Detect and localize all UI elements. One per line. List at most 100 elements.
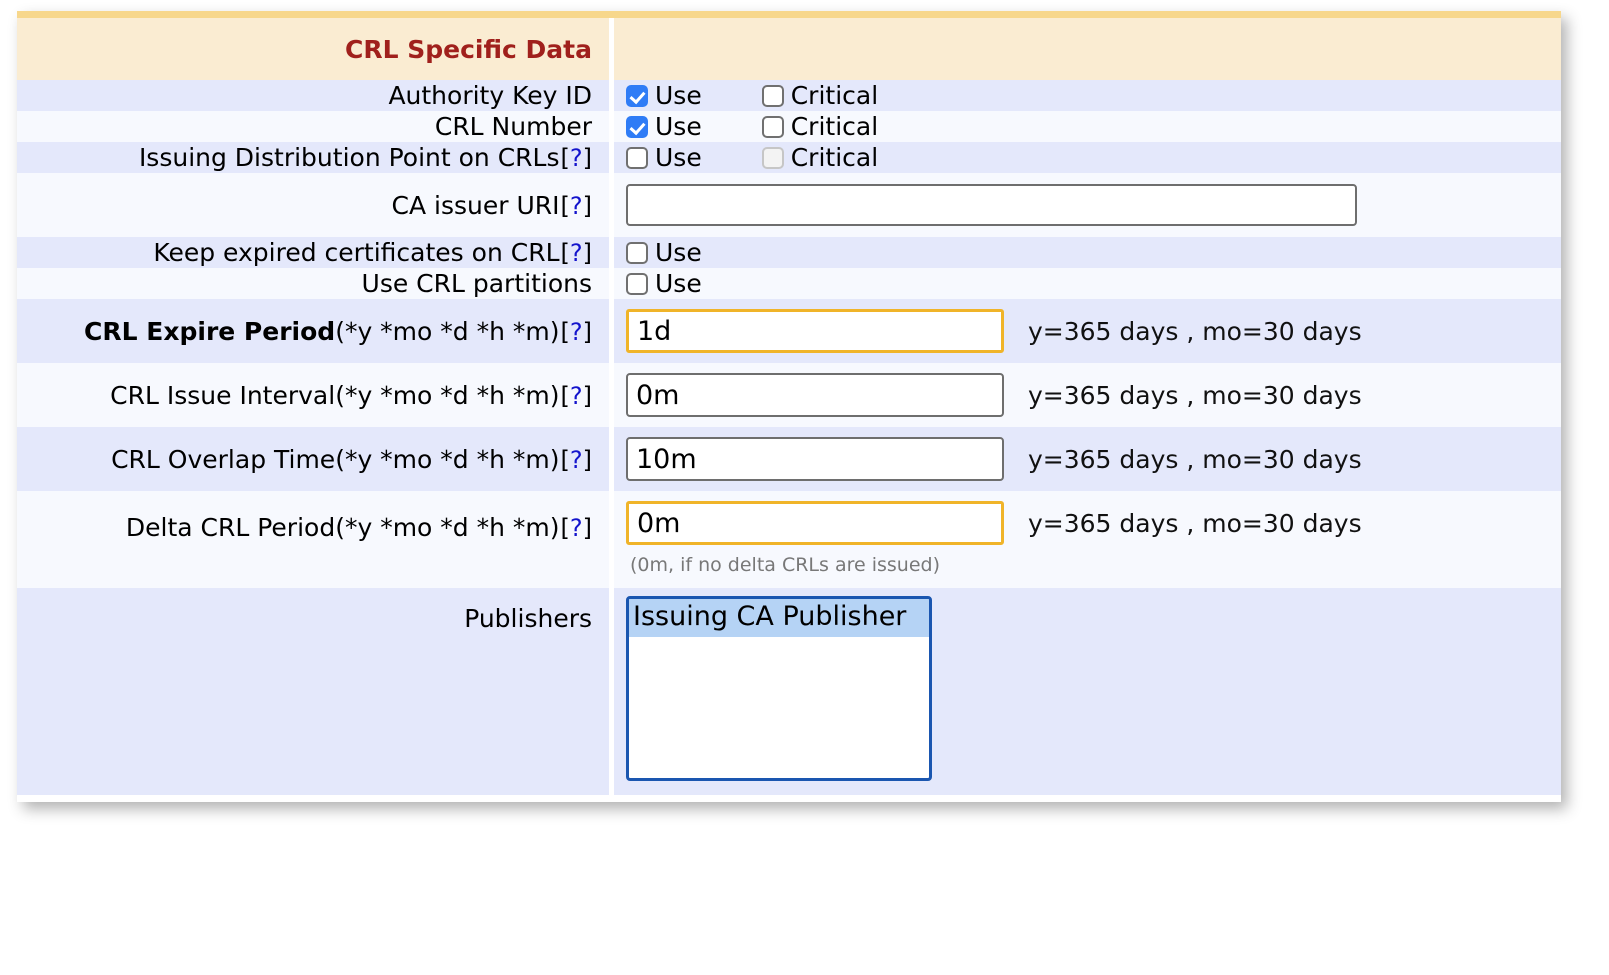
crl-expire-period-hint: y=365 days , mo=30 days [1028, 317, 1362, 346]
crl-overlap-time-hint: y=365 days , mo=30 days [1028, 445, 1362, 474]
bracket-close: ] [583, 514, 592, 542]
bracket-close: ] [583, 144, 592, 172]
help-link-crl-overlap-time[interactable]: [?] [561, 446, 593, 474]
checkbox-label: Critical [791, 114, 878, 139]
control-publishers: Issuing CA Publisher [614, 588, 1561, 795]
help-link-ca-issuer-uri[interactable]: [?] [561, 192, 593, 220]
control-delta-crl-period: y=365 days , mo=30 days (0m, if no delta… [614, 491, 1561, 588]
label-text: CA issuer URI [392, 191, 560, 220]
control-crl-issue-interval: y=365 days , mo=30 days [614, 363, 1561, 427]
bracket-close: ] [583, 446, 592, 474]
label-text: Issuing Distribution Point on CRLs [139, 143, 560, 172]
checkbox-icon [762, 147, 784, 169]
table-row: Authority Key ID Use Critical [17, 80, 1561, 111]
question-mark-icon: ? [570, 192, 583, 220]
checkbox-label: Use [655, 145, 702, 170]
checkbox-crl-number-critical[interactable]: Critical [762, 114, 878, 139]
checkbox-crl-number-use[interactable]: Use [626, 114, 702, 139]
checkbox-label: Critical [791, 83, 878, 108]
question-mark-icon: ? [570, 446, 583, 474]
label-crl-number: CRL Number [17, 111, 609, 142]
control-crl-number: Use Critical [614, 111, 1561, 142]
label-crl-overlap-time: CRL Overlap Time(*y *mo *d *h *m)[?] [17, 427, 609, 491]
help-link-crl-expire-period[interactable]: [?] [561, 318, 593, 346]
bracket-open: [ [561, 318, 570, 346]
label-text-strong: CRL Expire Period [84, 317, 335, 346]
crl-issue-interval-hint: y=365 days , mo=30 days [1028, 381, 1362, 410]
checkbox-label: Use [655, 114, 702, 139]
help-link-issuing-distribution-point[interactable]: [?] [561, 144, 593, 172]
crl-expire-period-input[interactable] [626, 309, 1004, 353]
help-link-delta-crl-period[interactable]: [?] [561, 514, 593, 542]
checkbox-use-crl-partitions-use[interactable]: Use [626, 271, 702, 296]
checkbox-icon[interactable] [626, 85, 648, 107]
publishers-listbox[interactable]: Issuing CA Publisher [626, 596, 932, 781]
bracket-open: [ [561, 239, 570, 267]
label-keep-expired-certificates: Keep expired certificates on CRL[?] [17, 237, 609, 268]
checkbox-icon[interactable] [626, 242, 648, 264]
checkbox-keep-expired-certificates-use[interactable]: Use [626, 240, 702, 265]
bracket-close: ] [583, 192, 592, 220]
label-delta-crl-period: Delta CRL Period(*y *mo *d *h *m)[?] [17, 491, 609, 588]
checkbox-label: Use [655, 271, 702, 296]
control-ca-issuer-uri [614, 173, 1561, 237]
checkbox-label: Critical [791, 145, 878, 170]
help-link-keep-expired-certificates[interactable]: [?] [561, 239, 593, 267]
question-mark-icon: ? [570, 239, 583, 267]
crl-specific-data-panel: CRL Specific Data Authority Key ID Use [17, 11, 1561, 802]
control-keep-expired-certificates: Use [614, 237, 1561, 268]
delta-crl-period-subnote: (0m, if no delta CRLs are issued) [630, 554, 1560, 576]
bracket-open: [ [561, 514, 570, 542]
checkbox-label: Use [655, 83, 702, 108]
bracket-close: ] [583, 318, 592, 346]
checkbox-icon[interactable] [626, 116, 648, 138]
list-item[interactable]: Issuing CA Publisher [629, 599, 929, 637]
label-publishers: Publishers [17, 588, 609, 795]
table-row: CRL Expire Period(*y *mo *d *h *m)[?] y=… [17, 299, 1561, 363]
label-text: Keep expired certificates on CRL [153, 238, 559, 267]
bracket-close: ] [583, 239, 592, 267]
delta-crl-period-input[interactable] [626, 501, 1004, 545]
table-row: CRL Issue Interval(*y *mo *d *h *m)[?] y… [17, 363, 1561, 427]
label-text-suffix: (*y *mo *d *h *m) [335, 317, 559, 346]
bracket-open: [ [561, 446, 570, 474]
label-crl-issue-interval: CRL Issue Interval(*y *mo *d *h *m)[?] [17, 363, 609, 427]
label-authority-key-id: Authority Key ID [17, 80, 609, 111]
table-row: Keep expired certificates on CRL[?] Use [17, 237, 1561, 268]
label-text-suffix: CRL Issue Interval(*y *mo *d *h *m) [110, 381, 559, 410]
control-crl-expire-period: y=365 days , mo=30 days [614, 299, 1561, 363]
table-row: CRL Number Use Critical [17, 111, 1561, 142]
label-text-suffix: Delta CRL Period(*y *mo *d *h *m) [126, 513, 560, 542]
question-mark-icon: ? [570, 144, 583, 172]
checkbox-icon[interactable] [762, 85, 784, 107]
table-row: Delta CRL Period(*y *mo *d *h *m)[?] y=3… [17, 491, 1561, 588]
checkbox-issuing-distribution-point-critical: Critical [762, 145, 878, 170]
header-control-cell [614, 18, 1561, 80]
label-issuing-distribution-point: Issuing Distribution Point on CRLs[?] [17, 142, 609, 173]
table-row: CA issuer URI[?] [17, 173, 1561, 237]
checkbox-label: Use [655, 240, 702, 265]
checkbox-icon[interactable] [626, 147, 648, 169]
table-row: Use CRL partitions Use [17, 268, 1561, 299]
bracket-close: ] [583, 382, 592, 410]
crl-overlap-time-input[interactable] [626, 437, 1004, 481]
crl-settings-table: CRL Specific Data Authority Key ID Use [17, 18, 1561, 795]
table-row: Issuing Distribution Point on CRLs[?] Us… [17, 142, 1561, 173]
crl-issue-interval-input[interactable] [626, 373, 1004, 417]
ca-issuer-uri-input[interactable] [626, 184, 1357, 226]
label-crl-expire-period: CRL Expire Period(*y *mo *d *h *m)[?] [17, 299, 609, 363]
label-use-crl-partitions: Use CRL partitions [17, 268, 609, 299]
screen: CRL Specific Data Authority Key ID Use [0, 0, 1609, 975]
bracket-open: [ [561, 192, 570, 220]
question-mark-icon: ? [570, 382, 583, 410]
checkbox-icon[interactable] [626, 273, 648, 295]
checkbox-icon[interactable] [762, 116, 784, 138]
control-crl-overlap-time: y=365 days , mo=30 days [614, 427, 1561, 491]
question-mark-icon: ? [570, 318, 583, 346]
checkbox-issuing-distribution-point-use[interactable]: Use [626, 145, 702, 170]
checkbox-authority-key-id-use[interactable]: Use [626, 83, 702, 108]
checkbox-authority-key-id-critical[interactable]: Critical [762, 83, 878, 108]
help-link-crl-issue-interval[interactable]: [?] [561, 382, 593, 410]
control-authority-key-id: Use Critical [614, 80, 1561, 111]
delta-crl-period-hint: y=365 days , mo=30 days [1028, 509, 1362, 538]
